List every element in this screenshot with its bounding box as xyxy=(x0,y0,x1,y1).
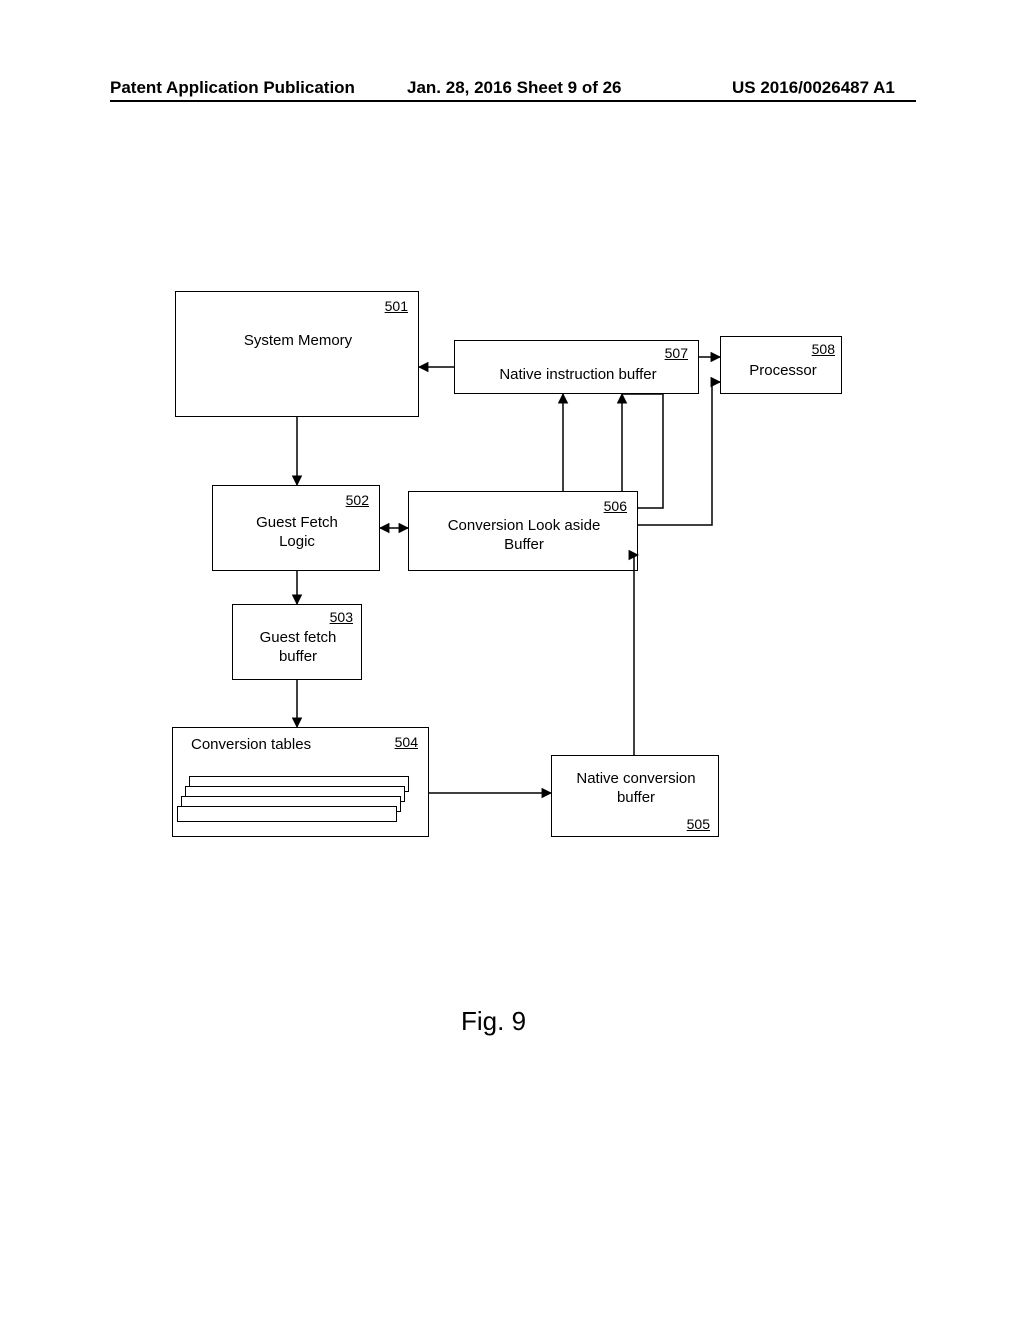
ref-505: 505 xyxy=(687,816,710,832)
header-right: US 2016/0026487 A1 xyxy=(732,78,895,98)
box-native-instruction-buffer: 507 Native instruction buffer xyxy=(454,340,699,394)
ref-504: 504 xyxy=(395,734,418,750)
label-guest-fetch-buffer: Guest fetch buffer xyxy=(249,629,347,667)
label-conversion-tables: Conversion tables xyxy=(191,736,331,755)
label-system-memory: System Memory xyxy=(232,332,364,351)
label-guest-fetch-logic: Guest Fetch Logic xyxy=(237,514,357,552)
ref-506: 506 xyxy=(604,498,627,514)
ref-507: 507 xyxy=(665,345,688,361)
ref-503: 503 xyxy=(330,609,353,625)
header-mid: Jan. 28, 2016 Sheet 9 of 26 xyxy=(407,78,622,98)
ref-502: 502 xyxy=(346,492,369,508)
box-conversion-tables: 504 Conversion tables xyxy=(172,727,429,837)
conv-table-row xyxy=(177,806,397,822)
header-left: Patent Application Publication xyxy=(110,78,355,98)
connectors-overlay xyxy=(0,0,1024,1320)
label-processor: Processor xyxy=(745,362,821,381)
header-rule xyxy=(110,100,916,102)
box-conversion-lookaside-buffer: 506 Conversion Look aside Buffer xyxy=(408,491,638,571)
box-native-conversion-buffer: 505 Native conversion buffer xyxy=(551,755,719,837)
label-native-instruction-buffer: Native instruction buffer xyxy=(497,366,659,385)
label-native-conversion-buffer: Native conversion buffer xyxy=(566,770,706,808)
box-guest-fetch-buffer: 503 Guest fetch buffer xyxy=(232,604,362,680)
label-conversion-lookaside-buffer: Conversion Look aside Buffer xyxy=(437,517,611,555)
figure-caption: Fig. 9 xyxy=(461,1006,526,1037)
box-system-memory: 501 System Memory xyxy=(175,291,419,417)
box-guest-fetch-logic: 502 Guest Fetch Logic xyxy=(212,485,380,571)
ref-508: 508 xyxy=(812,341,835,357)
page: Patent Application Publication Jan. 28, … xyxy=(0,0,1024,1320)
box-processor: 508 Processor xyxy=(720,336,842,394)
ref-501: 501 xyxy=(385,298,408,314)
